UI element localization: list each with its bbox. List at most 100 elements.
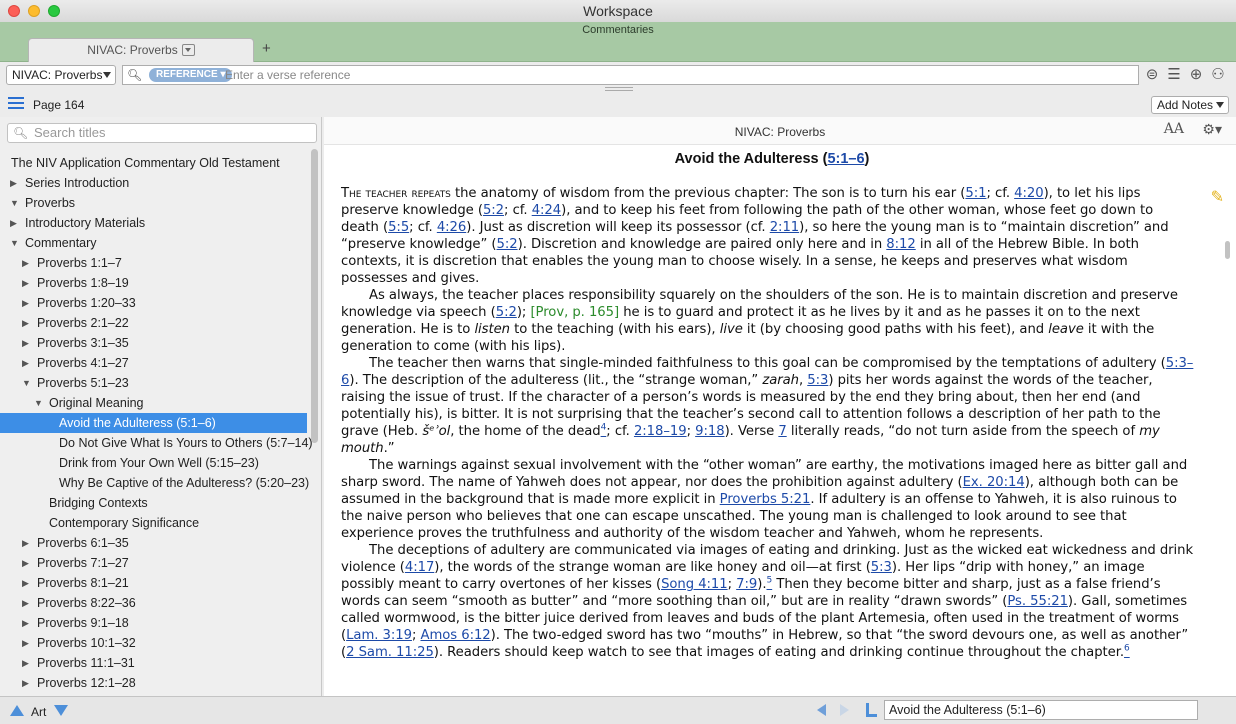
toc-item[interactable]: ▶ Proverbs 11:1–31 bbox=[0, 653, 307, 673]
minimize-window-button[interactable] bbox=[28, 5, 40, 17]
disclosure-collapsed-icon[interactable]: ▶ bbox=[22, 333, 29, 353]
title-search-input[interactable] bbox=[34, 125, 304, 140]
scripture-reference-link[interactable]: 5:2 bbox=[496, 305, 517, 320]
toc-item[interactable]: Do Not Give What Is Yours to Others (5:7… bbox=[0, 433, 313, 453]
tab-nivac-proverbs[interactable]: NIVAC: Proverbs bbox=[28, 38, 254, 62]
close-window-button[interactable] bbox=[8, 5, 20, 17]
zoom-window-button[interactable] bbox=[48, 5, 60, 17]
splitter-handle[interactable] bbox=[605, 87, 633, 91]
toc-item[interactable]: ▶ Proverbs 3:1–35 bbox=[0, 333, 307, 353]
toc-item[interactable]: ▶ Proverbs 9:1–18 bbox=[0, 613, 307, 633]
scripture-reference-link[interactable]: 4:17 bbox=[405, 560, 434, 575]
toc-item[interactable]: ▶ Proverbs 12:1–28 bbox=[0, 673, 307, 693]
scripture-reference-link[interactable]: 5:3 bbox=[807, 373, 828, 388]
disclosure-collapsed-icon[interactable]: ▶ bbox=[22, 273, 29, 293]
scripture-reference-link[interactable]: 9:18 bbox=[695, 424, 724, 439]
content-scrollbar[interactable] bbox=[1225, 241, 1230, 259]
disclosure-collapsed-icon[interactable]: ▶ bbox=[22, 553, 29, 573]
footnote-link[interactable]: 6 bbox=[1124, 644, 1130, 660]
scripture-reference-link[interactable]: 8:12 bbox=[886, 237, 915, 252]
verse-reference-input[interactable] bbox=[225, 67, 1125, 83]
disclosure-expanded-icon[interactable]: ▼ bbox=[22, 373, 31, 393]
scripture-reference-link[interactable]: 5:2 bbox=[497, 237, 518, 252]
disclosure-collapsed-icon[interactable]: ▶ bbox=[22, 593, 29, 613]
scripture-reference-link[interactable]: 5:3 bbox=[871, 560, 892, 575]
disclosure-collapsed-icon[interactable]: ▶ bbox=[22, 573, 29, 593]
toc-item[interactable]: ▶ Proverbs 8:22–36 bbox=[0, 593, 307, 613]
toc-item[interactable]: ▶ Proverbs 1:1–7 bbox=[0, 253, 307, 273]
toc-item[interactable]: Why Be Captive of the Adulteress? (5:20–… bbox=[0, 473, 309, 493]
back-arrow-icon[interactable] bbox=[817, 704, 826, 716]
toc-item[interactable]: ▶ Proverbs 8:1–21 bbox=[0, 573, 307, 593]
disclosure-expanded-icon[interactable]: ▼ bbox=[10, 233, 19, 253]
toc-item[interactable]: ▼ Proverbs 5:1–23 bbox=[0, 373, 307, 393]
search-icon[interactable]: 🔍︎ bbox=[127, 68, 142, 82]
toc-item[interactable]: ▶ Proverbs 1:8–19 bbox=[0, 273, 307, 293]
toc-item[interactable]: ▶ Proverbs 2:1–22 bbox=[0, 313, 307, 333]
scripture-reference-link[interactable]: 2:18–19 bbox=[634, 424, 687, 439]
triangle-down-icon[interactable] bbox=[54, 705, 68, 716]
resource-selector[interactable]: NIVAC: Proverbs bbox=[6, 65, 116, 85]
disclosure-collapsed-icon[interactable]: ▶ bbox=[22, 253, 29, 273]
scripture-reference-link[interactable]: 2:11 bbox=[770, 220, 799, 235]
disclosure-collapsed-icon[interactable]: ▶ bbox=[22, 313, 29, 333]
toc-item[interactable]: ▼ Original Meaning bbox=[0, 393, 307, 413]
search-icon[interactable]: 🔍︎ bbox=[13, 126, 28, 140]
disclosure-collapsed-icon[interactable]: ▶ bbox=[22, 633, 29, 653]
add-notes-button[interactable]: Add Notes bbox=[1151, 96, 1229, 114]
location-icon[interactable] bbox=[866, 703, 877, 717]
gear-icon[interactable]: ⚙▾ bbox=[1202, 121, 1222, 138]
toc-item[interactable]: Avoid the Adulteress (5:1–6) bbox=[0, 413, 307, 433]
pencil-icon[interactable]: ✎ bbox=[1211, 187, 1224, 207]
disclosure-collapsed-icon[interactable]: ▶ bbox=[22, 533, 29, 553]
font-size-icon[interactable]: AA bbox=[1164, 121, 1184, 137]
scripture-reference-link[interactable]: 5:1 bbox=[965, 186, 986, 201]
toc-item[interactable]: ▼ Proverbs bbox=[0, 193, 307, 213]
toc-item[interactable]: Bridging Contexts bbox=[0, 493, 307, 513]
disclosure-collapsed-icon[interactable]: ▶ bbox=[22, 613, 29, 633]
location-field[interactable]: Avoid the Adulteress (5:1–6) bbox=[884, 700, 1198, 720]
toc-item[interactable]: ▶ Series Introduction bbox=[0, 173, 307, 193]
toc-item[interactable]: ▶ Proverbs 1:20–33 bbox=[0, 293, 307, 313]
triangle-up-icon[interactable] bbox=[10, 705, 24, 716]
scripture-reference-link[interactable]: Amos 6:12 bbox=[420, 628, 490, 643]
reference-type-pill[interactable]: REFERENCE ▾ bbox=[149, 68, 233, 82]
people-icon[interactable]: ⚇ bbox=[1208, 65, 1228, 85]
disclosure-collapsed-icon[interactable]: ▶ bbox=[10, 173, 17, 193]
disclosure-collapsed-icon[interactable]: ▶ bbox=[22, 353, 29, 373]
add-tab-button[interactable]: + bbox=[262, 40, 271, 57]
disclosure-collapsed-icon[interactable]: ▶ bbox=[10, 213, 17, 233]
heading-reference-link[interactable]: 5:1–6 bbox=[827, 151, 864, 167]
scripture-reference-link[interactable]: Ex. 20:14 bbox=[963, 475, 1025, 490]
toc-item[interactable]: ▶ Introductory Materials bbox=[0, 213, 307, 233]
sidebar-scrollbar[interactable] bbox=[311, 149, 318, 443]
toc-item[interactable]: ▶ Proverbs 6:1–35 bbox=[0, 533, 307, 553]
toc-item[interactable]: ▶ Proverbs 4:1–27 bbox=[0, 353, 307, 373]
scripture-reference-link[interactable]: 4:20 bbox=[1014, 186, 1043, 201]
disclosure-collapsed-icon[interactable]: ▶ bbox=[22, 673, 29, 693]
toc-item[interactable]: ▼ Commentary bbox=[0, 233, 307, 253]
search-options-icon[interactable]: ⊜ bbox=[1142, 65, 1162, 85]
scripture-reference-link[interactable]: 7 bbox=[778, 424, 786, 439]
table-of-contents-icon[interactable] bbox=[8, 97, 24, 111]
disclosure-expanded-icon[interactable]: ▼ bbox=[10, 193, 19, 213]
scripture-reference-link[interactable]: Lam. 3:19 bbox=[346, 628, 412, 643]
scripture-reference-link[interactable]: Proverbs 5:21 bbox=[720, 492, 811, 507]
scripture-reference-link[interactable]: 7:9 bbox=[736, 577, 757, 592]
scripture-reference-link[interactable]: 5:2 bbox=[483, 203, 504, 218]
tab-menu-icon[interactable] bbox=[181, 44, 195, 56]
toc-item[interactable]: Drink from Your Own Well (5:15–23) bbox=[0, 453, 307, 473]
toc-item[interactable]: ▶ Proverbs 7:1–27 bbox=[0, 553, 307, 573]
list-icon[interactable]: ☰ bbox=[1164, 65, 1184, 85]
add-icon[interactable]: ⊕ bbox=[1186, 65, 1206, 85]
toc-item[interactable]: Contemporary Significance bbox=[0, 513, 307, 533]
scripture-reference-link[interactable]: Song 4:11 bbox=[661, 577, 728, 592]
scripture-reference-link[interactable]: 2 Sam. 11:25 bbox=[346, 645, 434, 660]
forward-arrow-icon[interactable] bbox=[840, 704, 849, 716]
toc-item[interactable]: The NIV Application Commentary Old Testa… bbox=[0, 153, 307, 173]
disclosure-expanded-icon[interactable]: ▼ bbox=[34, 393, 43, 413]
disclosure-collapsed-icon[interactable]: ▶ bbox=[22, 293, 29, 313]
toc-item[interactable]: ▶ Proverbs 10:1–32 bbox=[0, 633, 307, 653]
scripture-reference-link[interactable]: 4:26 bbox=[437, 220, 466, 235]
scripture-reference-link[interactable]: Ps. 55:21 bbox=[1007, 594, 1068, 609]
